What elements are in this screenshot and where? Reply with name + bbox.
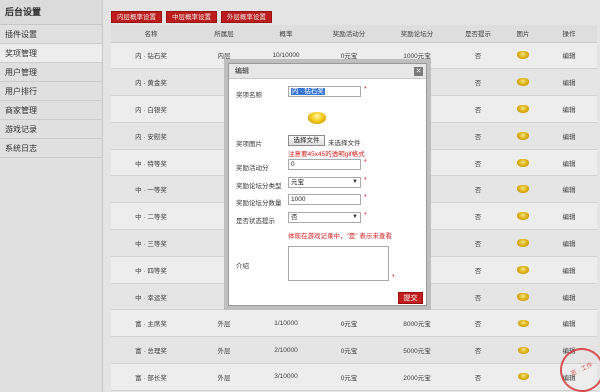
- prize-image-label: 奖项图片: [236, 141, 262, 148]
- notify-value: 否: [291, 214, 298, 221]
- close-icon[interactable]: ✕: [414, 67, 423, 76]
- forum-amount-input[interactable]: 1000: [288, 194, 361, 205]
- forum-amount-label: 奖励论坛分数量: [236, 200, 282, 207]
- notify-hint: 体现在游戏记录中，"是" 表示未查看: [288, 233, 392, 240]
- required-mark: *: [364, 194, 367, 201]
- required-mark: *: [364, 177, 367, 184]
- chevron-down-icon: ▼: [352, 179, 358, 185]
- choose-file-button[interactable]: 选择文件: [288, 135, 325, 146]
- image-hint: 注意要45x45的透明gif格式: [288, 151, 365, 158]
- forum-type-label: 奖励论坛分类型: [236, 183, 282, 190]
- required-mark: *: [364, 86, 367, 93]
- activity-points-input[interactable]: 0: [288, 159, 361, 170]
- stamp-text: 苦 · 工作: [570, 362, 594, 378]
- intro-textarea[interactable]: [288, 246, 389, 281]
- edit-dialog-body: 编辑 ✕ 奖项名称 内 · 钻石奖 * 奖项图片 选择文件 未选择文件 注意要4…: [228, 63, 427, 306]
- gold-ingot-icon: [308, 112, 326, 124]
- required-mark: *: [392, 274, 395, 281]
- required-mark: *: [364, 212, 367, 219]
- notify-label: 是否状态提示: [236, 218, 275, 225]
- prize-name-value: 内 · 钻石奖: [291, 88, 325, 95]
- submit-button[interactable]: 提交: [398, 292, 423, 304]
- notify-select[interactable]: 否 ▼: [288, 212, 361, 223]
- file-status: 未选择文件: [328, 140, 361, 147]
- chevron-down-icon: ▼: [352, 214, 358, 220]
- required-mark: *: [364, 159, 367, 166]
- intro-label: 介绍: [236, 263, 249, 270]
- forum-type-select[interactable]: 元宝 ▼: [288, 177, 361, 188]
- dialog-title: 编辑: [229, 64, 426, 79]
- prize-name-input[interactable]: 内 · 钻石奖: [288, 86, 361, 97]
- prize-name-label: 奖项名称: [236, 92, 262, 99]
- edit-dialog: 编辑 ✕ 奖项名称 内 · 钻石奖 * 奖项图片 选择文件 未选择文件 注意要4…: [224, 59, 431, 310]
- forum-type-value: 元宝: [291, 179, 304, 186]
- activity-points-label: 奖励活动分: [236, 165, 269, 172]
